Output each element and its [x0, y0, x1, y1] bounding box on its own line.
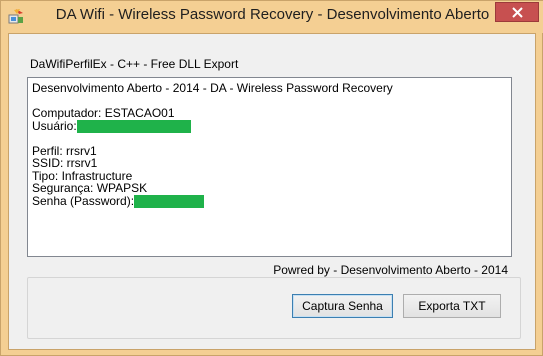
password-redaction — [134, 194, 205, 208]
user-label: Usuário: — [32, 118, 77, 133]
password-label: Senha (Password): — [32, 193, 135, 208]
user-line: Usuário: — [32, 118, 507, 133]
title-bar[interactable]: DA Wifi - Wireless Password Recovery - D… — [1, 1, 543, 33]
credit-label: Powred by - Desenvolvimento Aberto - 201… — [273, 263, 508, 277]
main-window: DA Wifi - Wireless Password Recovery - D… — [0, 0, 543, 356]
close-button[interactable] — [495, 2, 539, 22]
profile-line: Perfil: rrsrv1 — [32, 143, 97, 158]
computer-line: Computador: ESTACAO01 — [32, 106, 175, 120]
ssid-line: SSID: rrsrv1 — [32, 156, 98, 170]
export-txt-button[interactable]: Exporta TXT — [403, 294, 501, 318]
window-title: DA Wifi - Wireless Password Recovery - D… — [55, 6, 490, 23]
close-icon — [512, 7, 523, 18]
password-line: Senha (Password): — [32, 193, 507, 208]
capture-password-button[interactable]: Captura Senha — [292, 294, 393, 318]
output-textbox[interactable]: Desenvolvimento Aberto - 2014 - DA - Wir… — [27, 77, 512, 257]
output-title-line: Desenvolvimento Aberto - 2014 - DA - Wir… — [32, 81, 393, 95]
button-panel: Captura Senha Exporta TXT — [27, 277, 521, 339]
dll-header-label: DaWifiPerfilEx - C++ - Free DLL Export — [30, 57, 239, 71]
user-redaction — [76, 119, 191, 133]
client-area: DaWifiPerfilEx - C++ - Free DLL Export D… — [8, 33, 536, 350]
